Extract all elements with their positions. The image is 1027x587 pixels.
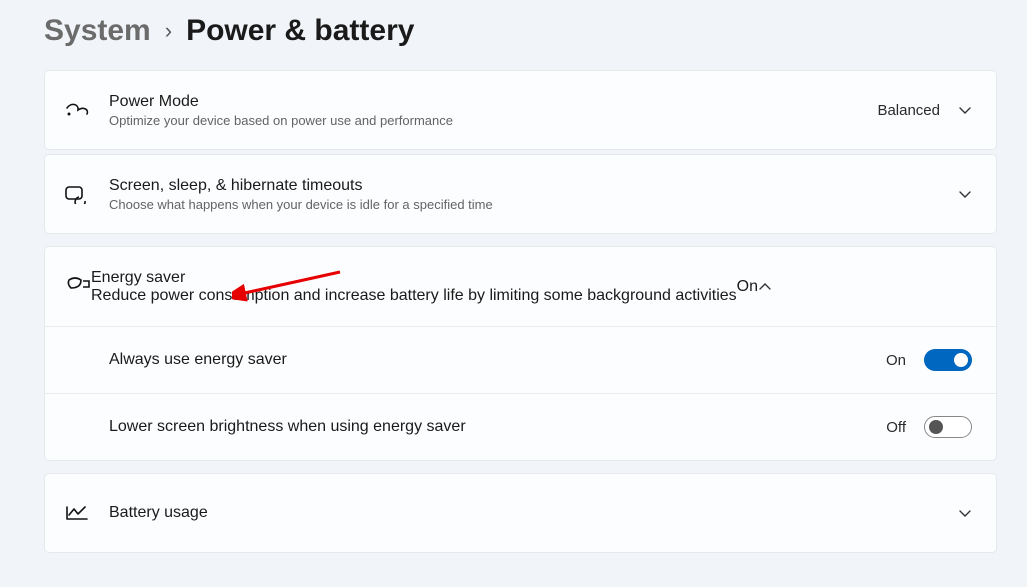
chevron-up-icon bbox=[758, 280, 772, 294]
screen-sleep-icon bbox=[65, 184, 109, 204]
screen-sleep-title: Screen, sleep, & hibernate timeouts bbox=[109, 176, 958, 197]
energy-saver-group: Energy saver Reduce power consumption an… bbox=[44, 246, 997, 461]
breadcrumb-current: Power & battery bbox=[186, 14, 414, 48]
energy-saver-value: On bbox=[737, 278, 758, 296]
screen-sleep-subtitle: Choose what happens when your device is … bbox=[109, 197, 958, 212]
always-energy-saver-label: Always use energy saver bbox=[109, 351, 886, 369]
power-mode-title: Power Mode bbox=[109, 92, 877, 113]
chevron-down-icon bbox=[958, 187, 972, 201]
lower-brightness-row: Lower screen brightness when using energ… bbox=[45, 394, 996, 460]
breadcrumb-parent[interactable]: System bbox=[44, 14, 151, 48]
power-mode-icon bbox=[65, 100, 109, 120]
battery-usage-icon bbox=[65, 503, 109, 523]
battery-usage-title: Battery usage bbox=[109, 503, 958, 524]
breadcrumb: System › Power & battery bbox=[44, 14, 997, 48]
always-energy-saver-state: On bbox=[886, 352, 906, 369]
screen-sleep-row[interactable]: Screen, sleep, & hibernate timeouts Choo… bbox=[44, 154, 997, 234]
lower-brightness-label: Lower screen brightness when using energ… bbox=[109, 418, 886, 436]
chevron-down-icon bbox=[958, 103, 972, 117]
power-mode-value: Balanced bbox=[877, 102, 940, 119]
lower-brightness-toggle[interactable] bbox=[924, 416, 972, 438]
energy-saver-icon bbox=[65, 274, 91, 299]
energy-saver-subtitle: Reduce power consumption and increase ba… bbox=[91, 287, 737, 305]
chevron-right-icon: › bbox=[165, 18, 172, 44]
always-energy-saver-toggle[interactable] bbox=[924, 349, 972, 371]
always-energy-saver-row: Always use energy saver On bbox=[45, 327, 996, 394]
battery-usage-row[interactable]: Battery usage bbox=[44, 473, 997, 553]
power-mode-subtitle: Optimize your device based on power use … bbox=[109, 113, 877, 128]
power-mode-row[interactable]: Power Mode Optimize your device based on… bbox=[44, 70, 997, 150]
energy-saver-header[interactable]: Energy saver Reduce power consumption an… bbox=[45, 247, 996, 327]
lower-brightness-state: Off bbox=[886, 419, 906, 436]
chevron-down-icon bbox=[958, 506, 972, 520]
energy-saver-title: Energy saver bbox=[91, 269, 737, 287]
